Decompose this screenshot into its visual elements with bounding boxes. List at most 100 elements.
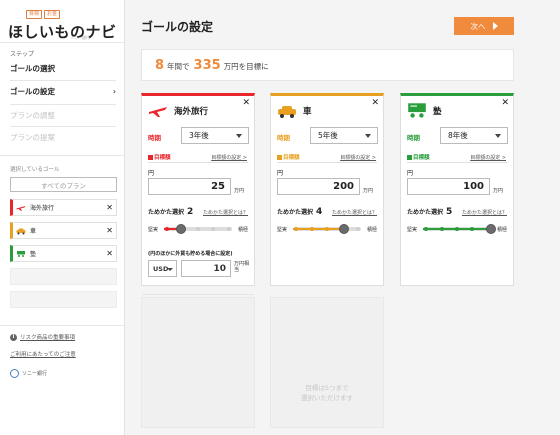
remove-goal-icon[interactable]: ✕ bbox=[106, 226, 113, 235]
risk-info-label: リスク商品の重要事項 bbox=[20, 335, 76, 341]
timing-select[interactable]: 5年後 bbox=[310, 127, 378, 144]
divider bbox=[10, 104, 116, 105]
target-tag: 目標額 bbox=[148, 153, 171, 161]
method-label: ためかた選択 bbox=[148, 209, 185, 216]
foreign-currency-note: (円のほかに外貨も貯める場合に設定) bbox=[148, 251, 233, 257]
divider bbox=[148, 162, 248, 163]
study-icon bbox=[408, 103, 426, 118]
usage-notes-link[interactable]: ご利用にあたってのご注意 bbox=[10, 350, 76, 358]
card-title: 車 bbox=[303, 107, 312, 117]
chevron-down-icon bbox=[365, 134, 371, 138]
goal-card-placeholder: 目標は5つまで 選択いただけます bbox=[270, 297, 384, 428]
target-setting-link[interactable]: 目標額の設定 > bbox=[211, 154, 247, 161]
slider-right-label: 積極 bbox=[496, 226, 507, 233]
flag-icon bbox=[148, 154, 153, 160]
car-icon bbox=[278, 106, 296, 118]
close-icon[interactable]: ✕ bbox=[501, 98, 509, 108]
method-selection: ためかた選択 4 bbox=[277, 207, 322, 217]
goal-summary: 8 年間で 335 万円を目標に bbox=[141, 49, 514, 81]
card-title: 海外旅行 bbox=[174, 107, 209, 117]
yen-label: 円 bbox=[407, 170, 414, 177]
sidebar: 目標 お金 ほしいものナビ ソニー銀行 ステップ ゴールの選択 ゴールの設定 ›… bbox=[0, 0, 125, 435]
slider-dots bbox=[293, 227, 361, 231]
slider-step-dot bbox=[165, 227, 170, 231]
app-logo[interactable]: 目標 お金 ほしいものナビ ソニー銀行 bbox=[8, 10, 120, 44]
method-label: ためかた選択 bbox=[277, 209, 314, 216]
step-goal-setting[interactable]: ゴールの設定 › bbox=[10, 84, 116, 98]
goal-item-study[interactable]: 塾 ✕ bbox=[10, 245, 117, 262]
chevron-down-icon bbox=[495, 134, 501, 138]
car-icon bbox=[16, 228, 26, 234]
slider-left-label: 堅実 bbox=[277, 226, 288, 233]
all-plans-button[interactable]: すべてのプラン bbox=[10, 177, 117, 192]
slider-step-dot bbox=[424, 227, 429, 231]
goal-card-travel: 海外旅行 ✕ 時期 3年後 目標額 目標額の設定 > 円 25 万円 ためかた選… bbox=[141, 93, 255, 286]
target-setting-link[interactable]: 目標額の設定 > bbox=[470, 154, 506, 161]
step-label-text: ゴールの選択 bbox=[10, 63, 55, 73]
method-help-link[interactable]: ためかた選択とは？ bbox=[332, 209, 377, 216]
slider-thumb[interactable] bbox=[485, 224, 496, 234]
card-header: 車 bbox=[276, 101, 312, 121]
card-header: 海外旅行 bbox=[147, 101, 208, 121]
slider-track[interactable] bbox=[293, 224, 361, 234]
risk-slider[interactable]: 堅実 積極 bbox=[148, 224, 248, 234]
goal-item-car[interactable]: 車 ✕ bbox=[10, 222, 117, 239]
goal-item-travel[interactable]: 海外旅行 ✕ bbox=[10, 199, 117, 216]
goal-item-label: 車 bbox=[30, 228, 37, 235]
method-value: 5 bbox=[446, 207, 453, 217]
divider bbox=[0, 325, 124, 326]
slider-step-dot bbox=[470, 227, 475, 231]
currency-select[interactable]: USD bbox=[148, 260, 177, 277]
step-goal-select[interactable]: ゴールの選択 bbox=[10, 61, 116, 75]
amount-unit: 万円 bbox=[234, 188, 245, 194]
bank-logo-text: ソニー銀行 bbox=[22, 371, 48, 377]
slider-step-dot bbox=[195, 227, 200, 231]
timing-select[interactable]: 8年後 bbox=[440, 127, 508, 144]
method-selection: ためかた選択 5 bbox=[407, 207, 452, 217]
amount-input[interactable]: 25 bbox=[148, 178, 231, 195]
study-icon bbox=[17, 250, 25, 257]
amount-input[interactable]: 100 bbox=[407, 178, 490, 195]
slider-track[interactable] bbox=[423, 224, 496, 234]
slider-thumb[interactable] bbox=[176, 224, 186, 234]
chevron-right-icon: › bbox=[112, 86, 116, 96]
method-help-link[interactable]: ためかた選択とは？ bbox=[462, 209, 507, 216]
slider-step-dot bbox=[454, 227, 459, 231]
target-tag: 目標額 bbox=[407, 153, 430, 161]
close-icon[interactable]: ✕ bbox=[371, 98, 379, 108]
remove-goal-icon[interactable]: ✕ bbox=[106, 249, 113, 258]
risk-slider[interactable]: 堅実 積極 bbox=[407, 224, 507, 234]
method-help-link[interactable]: ためかた選択とは？ bbox=[203, 209, 248, 216]
divider bbox=[407, 162, 507, 163]
next-button[interactable]: 次へ bbox=[454, 17, 514, 35]
remove-goal-icon[interactable]: ✕ bbox=[106, 203, 113, 212]
slider-thumb[interactable] bbox=[338, 224, 349, 234]
fx-amount-input[interactable]: 10 bbox=[181, 260, 231, 277]
timing-value: 3年後 bbox=[189, 131, 209, 140]
step-label-text: ゴールの設定 bbox=[10, 86, 55, 96]
amount-input[interactable]: 200 bbox=[277, 178, 360, 195]
slider-step-dot bbox=[439, 227, 444, 231]
slider-right-label: 積極 bbox=[237, 226, 248, 233]
risk-info-link[interactable]: i リスク商品の重要事項 bbox=[10, 333, 75, 341]
timing-select[interactable]: 3年後 bbox=[181, 127, 249, 144]
step-label-text: プランの提案 bbox=[10, 132, 55, 142]
risk-slider[interactable]: 堅実 積極 bbox=[277, 224, 377, 234]
slider-track[interactable] bbox=[164, 224, 232, 234]
target-label: 目標額 bbox=[283, 155, 300, 161]
fx-unit: 万円相当 bbox=[234, 261, 250, 273]
goal-card-car: 車 ✕ 時期 5年後 目標額 目標額の設定 > 円 200 万円 ためかた選択 … bbox=[270, 93, 384, 286]
airplane-icon bbox=[16, 205, 26, 211]
target-label: 目標額 bbox=[413, 155, 430, 161]
method-label: ためかた選択 bbox=[407, 209, 444, 216]
timing-label: 時期 bbox=[277, 134, 290, 142]
divider bbox=[10, 80, 116, 81]
goal-card-study: 塾 ✕ 時期 8年後 目標額 目標額の設定 > 円 100 万円 ためかた選択 … bbox=[400, 93, 514, 286]
amount-unit: 万円 bbox=[493, 188, 504, 194]
timing-label: 時期 bbox=[407, 134, 420, 142]
close-icon[interactable]: ✕ bbox=[242, 98, 250, 108]
placeholder-line-2: 選択いただけます bbox=[301, 394, 353, 402]
card-title: 塾 bbox=[433, 107, 442, 117]
step-label-text: プランの調整 bbox=[10, 110, 55, 120]
target-setting-link[interactable]: 目標額の設定 > bbox=[340, 154, 376, 161]
